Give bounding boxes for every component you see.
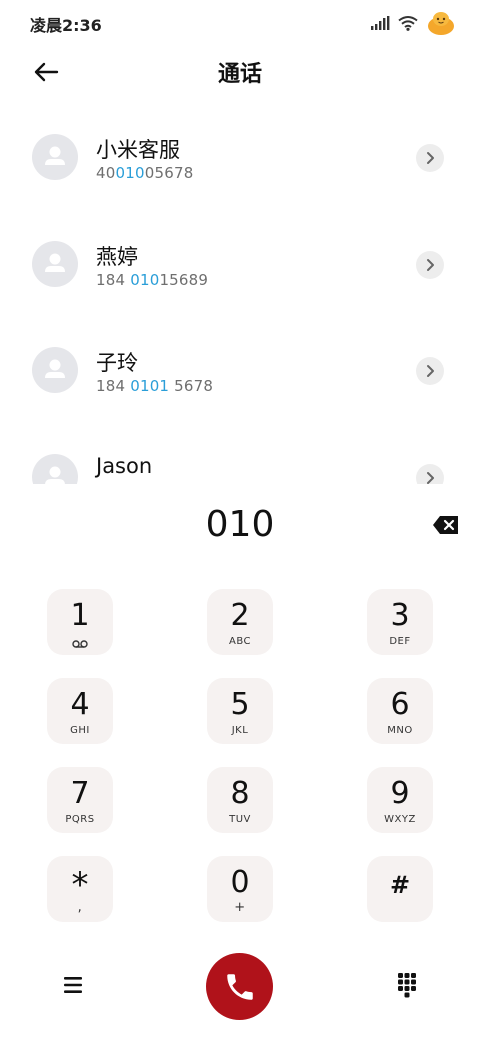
page-title: 通话 (217, 62, 262, 87)
status-bar: 凌晨2:36 (0, 0, 480, 44)
person-icon (45, 466, 65, 484)
call-button[interactable] (206, 953, 273, 1020)
contact-item[interactable]: 小米客服 4001005678 (0, 104, 480, 204)
wifi-icon (398, 16, 418, 31)
key-hash[interactable]: # (367, 856, 433, 922)
status-time: 凌晨2:36 (30, 16, 102, 35)
person-icon (45, 253, 65, 272)
contact-detail-button[interactable] (416, 464, 444, 484)
contact-detail-button[interactable] (416, 144, 444, 172)
avatar (32, 454, 78, 484)
chevron-right-icon (427, 472, 434, 484)
dialed-number: 010 (205, 504, 275, 545)
contact-name: 燕婷 (96, 245, 138, 269)
contact-number: 4001005678 (96, 164, 194, 182)
person-icon (45, 146, 65, 165)
key-8[interactable]: 8 TUV (207, 767, 273, 833)
header: 通话 (0, 44, 480, 98)
person-icon (45, 359, 65, 378)
backspace-icon[interactable] (432, 514, 460, 536)
key-9[interactable]: 9 WXYZ (367, 767, 433, 833)
key-star[interactable]: * , (47, 856, 113, 922)
avatar (32, 134, 78, 180)
contact-item[interactable]: 子玲 184 0101 5678 (0, 317, 480, 417)
chevron-right-icon (427, 259, 434, 271)
key-5[interactable]: 5 JKL (207, 678, 273, 744)
contact-name: Jason (96, 454, 153, 478)
avatar (32, 347, 78, 393)
key-0[interactable]: 0 + (207, 856, 273, 922)
menu-icon[interactable] (58, 972, 88, 998)
key-2[interactable]: 2 ABC (207, 589, 273, 655)
key-6[interactable]: 6 MNO (367, 678, 433, 744)
contact-name: 子玲 (96, 351, 138, 375)
voicemail-icon (72, 640, 88, 648)
contact-item[interactable]: 燕婷 184 01015689 (0, 211, 480, 311)
dialpad-icon[interactable] (392, 970, 422, 1000)
key-7[interactable]: 7 PQRS (47, 767, 113, 833)
contact-item[interactable]: Jason (0, 424, 480, 484)
mascot-icon (428, 12, 454, 35)
avatar (32, 241, 78, 287)
status-icons (370, 10, 456, 36)
dial-display: 010 (0, 502, 480, 558)
key-3[interactable]: 3 DEF (367, 589, 433, 655)
key-1[interactable]: 1 (47, 589, 113, 655)
contact-number: 184 01015689 (96, 271, 209, 289)
key-4[interactable]: 4 GHI (47, 678, 113, 744)
contact-detail-button[interactable] (416, 251, 444, 279)
chevron-right-icon (427, 152, 434, 164)
contact-name: 小米客服 (96, 138, 180, 162)
contact-detail-button[interactable] (416, 357, 444, 385)
chevron-right-icon (427, 365, 434, 377)
bottom-bar (0, 950, 480, 1022)
contact-list[interactable]: 小米客服 4001005678 燕婷 184 01015689 子玲 184 0… (0, 104, 480, 484)
phone-icon (226, 973, 253, 1000)
contact-number: 184 0101 5678 (96, 377, 214, 395)
signal-icon (371, 16, 390, 30)
